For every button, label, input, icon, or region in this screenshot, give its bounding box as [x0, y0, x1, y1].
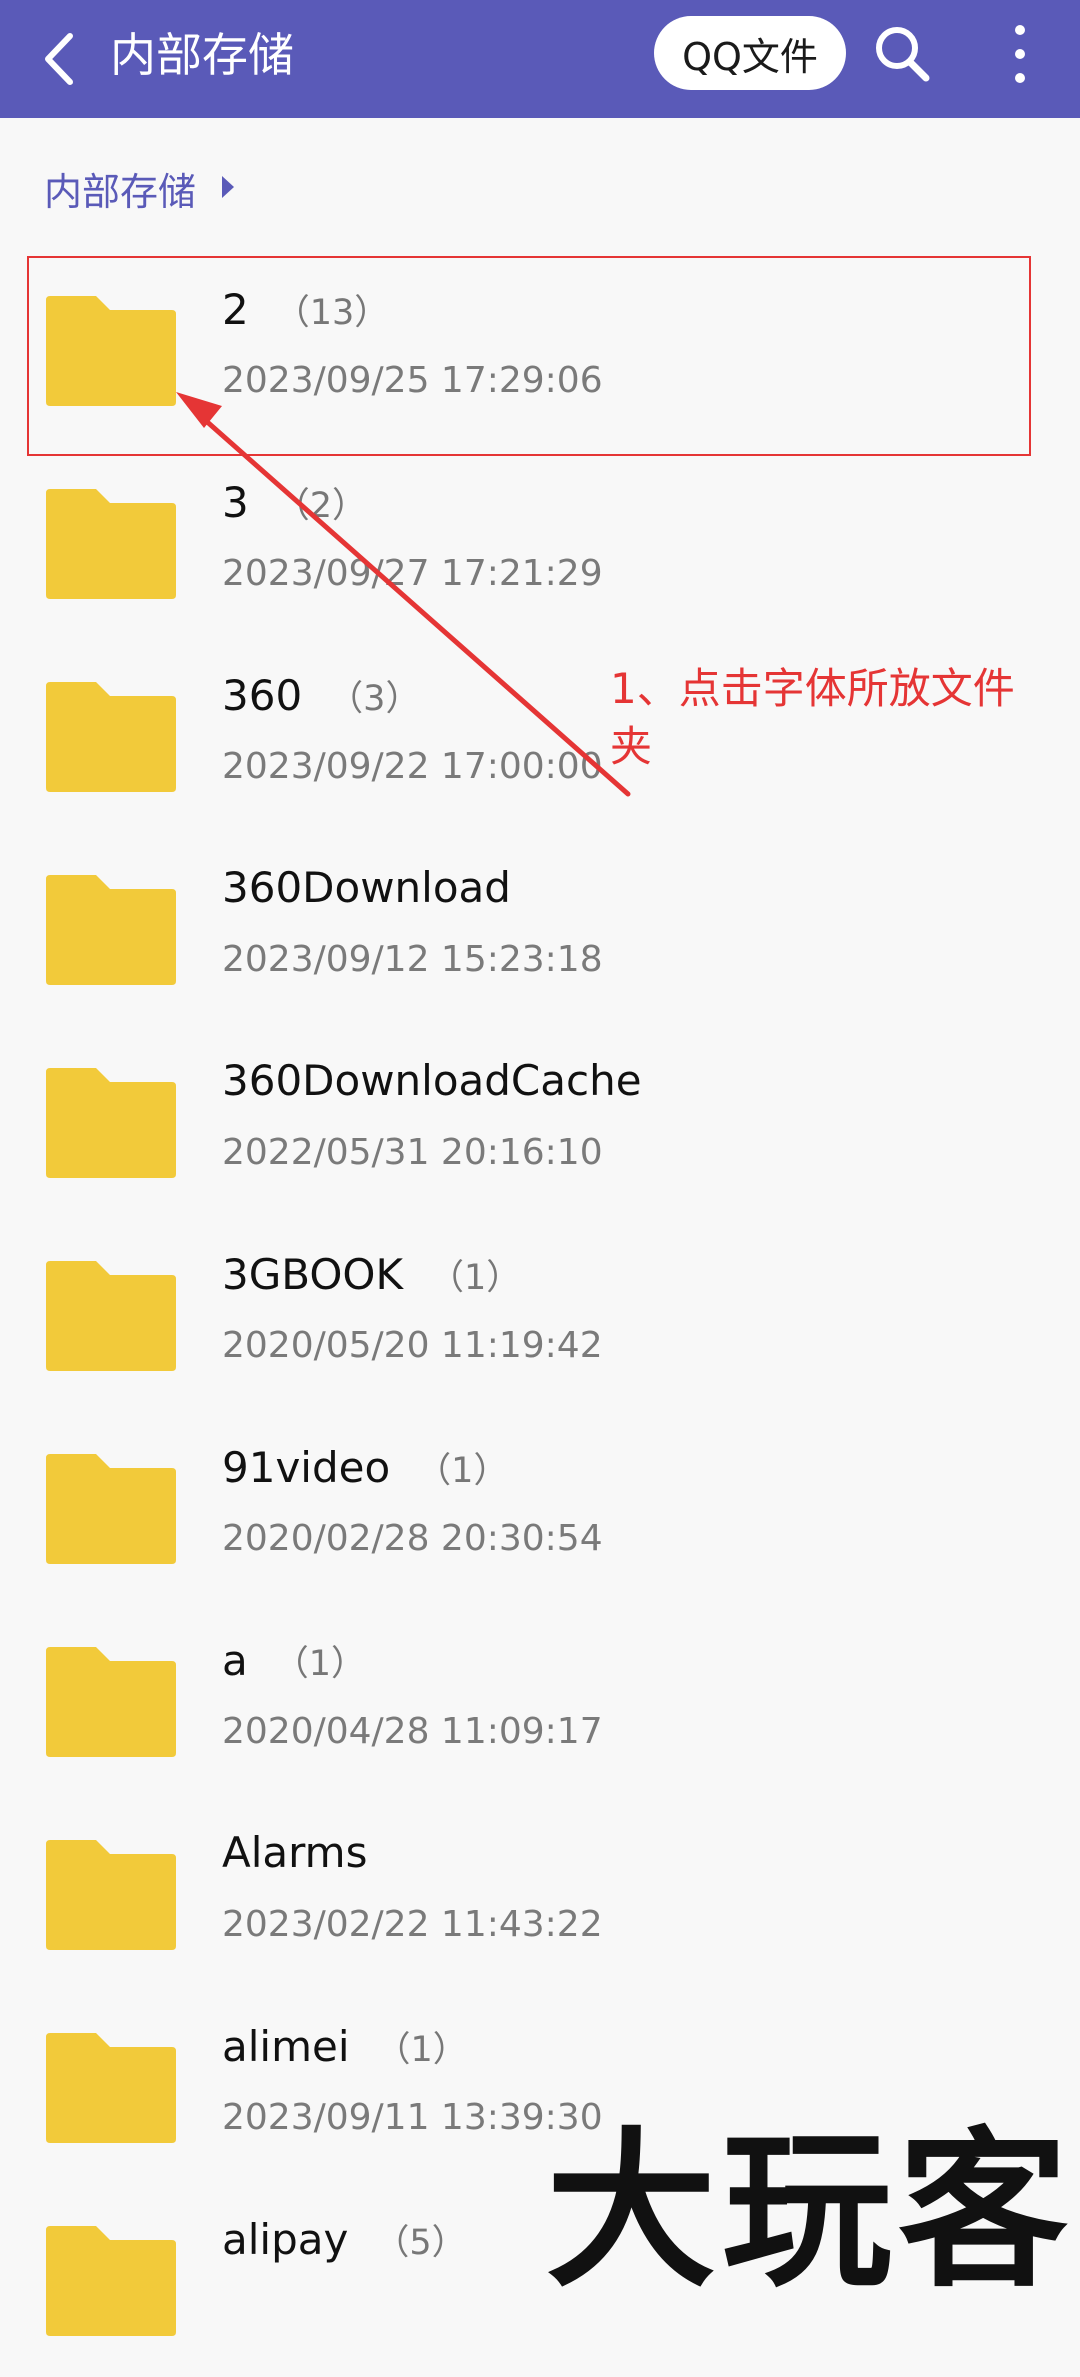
folder-name-line: 360DownloadCache [222, 1056, 642, 1105]
folder-row[interactable]: Alarms 2023/02/22 11:43:22 [0, 1798, 1080, 1991]
folder-name-line: 91video （1） [222, 1442, 508, 1493]
folder-date: 2020/02/28 20:30:54 [222, 1518, 603, 1559]
folder-name-line: alipay （5） [222, 2214, 467, 2265]
folder-name: 360Download [222, 863, 511, 912]
qq-files-button[interactable]: QQ文件 [654, 16, 846, 90]
folder-item-count: （3） [328, 679, 421, 719]
folder-list: 2 （13） 2023/09/25 17:29:06 3 （2） 2023/09/2… [0, 254, 1080, 2377]
folder-name-line: a （1） [222, 1635, 366, 1686]
folder-name: 3 [222, 478, 249, 527]
folder-row[interactable]: 3GBOOK （1） 2020/05/20 11:19:42 [0, 1219, 1080, 1412]
folder-icon [44, 873, 178, 987]
search-icon[interactable] [872, 22, 934, 86]
folder-name-line: Alarms [222, 1828, 367, 1877]
folder-name: 360 [222, 671, 303, 720]
folder-item-count: （1） [429, 1258, 522, 1298]
page-title: 内部存储 [110, 28, 294, 82]
folder-name-line: alimei （1） [222, 2021, 468, 2072]
folder-icon [44, 1259, 178, 1373]
folder-date: 2023/02/22 11:43:22 [222, 1904, 603, 1945]
folder-icon [44, 1452, 178, 1566]
folder-date: 2023/09/22 17:00:00 [222, 746, 603, 787]
folder-date: 2022/05/31 20:16:10 [222, 1132, 603, 1173]
more-vertical-icon[interactable] [1000, 20, 1040, 88]
folder-item-count: （5） [374, 2223, 467, 2263]
breadcrumb[interactable]: 内部存储 [44, 160, 236, 216]
folder-name-line: 3 （2） [222, 477, 367, 528]
folder-name: 360DownloadCache [222, 1056, 642, 1105]
folder-name: a [222, 1636, 248, 1685]
folder-icon [44, 487, 178, 601]
folder-name: Alarms [222, 1828, 368, 1877]
folder-item-count: （1） [416, 1451, 509, 1491]
folder-item-count: （2） [274, 486, 368, 526]
folder-row[interactable]: 360Download 2023/09/12 15:23:18 [0, 833, 1080, 1026]
folder-icon [44, 680, 178, 794]
annotation-text: 1、点击字体所放文件夹 [610, 664, 1015, 771]
folder-row[interactable]: a （1） 2020/04/28 11:09:17 [0, 1605, 1080, 1798]
folder-name: alipay [222, 2215, 349, 2264]
folder-name: 3GBOOK [222, 1250, 404, 1299]
folder-name-line: 3GBOOK （1） [222, 1249, 521, 1300]
folder-item-count: （1） [273, 1644, 367, 1684]
annotation-highlight-box [27, 256, 1031, 456]
watermark: 大玩客 [545, 2111, 1074, 2311]
folder-date: 2020/05/20 11:19:42 [222, 1325, 603, 1366]
folder-date: 2023/09/27 17:21:29 [222, 553, 603, 594]
folder-name-line: 360 （3） [222, 670, 420, 721]
caret-right-icon [220, 174, 236, 204]
folder-icon [44, 1838, 178, 1952]
folder-name-line: 360Download [222, 863, 511, 912]
folder-icon [44, 1645, 178, 1759]
folder-icon [44, 1066, 178, 1180]
folder-name: alimei [222, 2022, 350, 2071]
back-arrow-icon[interactable] [38, 24, 86, 94]
breadcrumb-label: 内部存储 [44, 169, 197, 214]
folder-row[interactable]: 91video （1） 2020/02/28 20:30:54 [0, 1412, 1080, 1605]
folder-item-count: （1） [375, 2030, 468, 2070]
folder-date: 2023/09/12 15:23:18 [222, 939, 603, 980]
folder-date: 2020/04/28 11:09:17 [222, 1711, 603, 1752]
app-bar: 内部存储 QQ文件 [0, 0, 1080, 118]
folder-icon [44, 2224, 178, 2338]
folder-row[interactable]: 3 （2） 2023/09/27 17:21:29 [0, 447, 1080, 640]
folder-icon [44, 2031, 178, 2145]
folder-row[interactable]: 360DownloadCache 2022/05/31 20:16:10 [0, 1026, 1080, 1219]
folder-name: 91video [222, 1443, 391, 1492]
